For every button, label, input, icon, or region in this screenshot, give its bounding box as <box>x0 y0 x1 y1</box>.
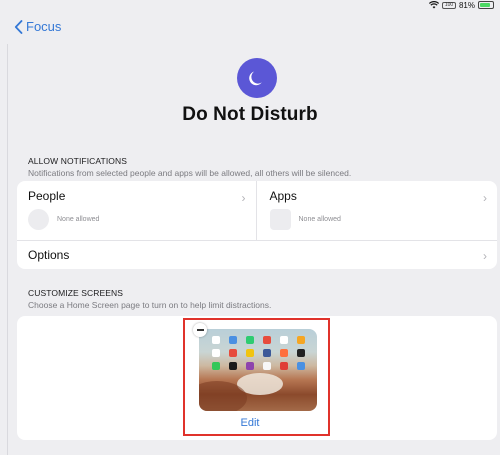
allow-notifications-header: ALLOW NOTIFICATIONS <box>28 156 128 166</box>
chevron-right-icon: › <box>241 191 246 205</box>
allow-notifications-card: People › None allowed Apps › None allowe… <box>17 181 497 269</box>
apps-label: Apps <box>269 189 297 203</box>
chevron-right-icon: › <box>483 191 487 205</box>
edit-button[interactable]: Edit <box>0 417 500 429</box>
apps-placeholder-icon <box>269 209 291 230</box>
options-row[interactable]: Options › <box>17 241 497 269</box>
customize-screens-header: CUSTOMIZE SCREENS <box>28 288 124 298</box>
moon-icon <box>249 71 262 86</box>
apps-cell[interactable]: Apps › None allowed <box>255 181 498 240</box>
options-label: Options <box>28 248 70 262</box>
customize-screens-description: Choose a Home Screen page to turn on to … <box>28 300 272 310</box>
people-placeholder-avatar <box>28 209 49 230</box>
back-button[interactable]: Focus <box>14 19 61 34</box>
battery-charging-icon <box>478 1 494 9</box>
back-button-label: Focus <box>26 19 62 34</box>
chevron-left-icon <box>14 19 23 34</box>
battery-percent: 81% <box>458 0 475 10</box>
status-bar: 100 81% <box>428 0 494 10</box>
people-value: None allowed <box>57 216 100 223</box>
chevron-right-icon: › <box>483 249 487 263</box>
battery-box-icon: 100 <box>441 1 456 9</box>
wifi-icon <box>428 1 439 9</box>
do-not-disturb-icon <box>237 58 277 98</box>
people-cell[interactable]: People › None allowed <box>17 181 256 240</box>
people-label: People <box>28 189 66 203</box>
page-title: Do Not Disturb <box>182 104 318 125</box>
allow-notifications-description: Notifications from selected people and a… <box>28 168 352 178</box>
apps-value: None allowed <box>298 216 341 223</box>
